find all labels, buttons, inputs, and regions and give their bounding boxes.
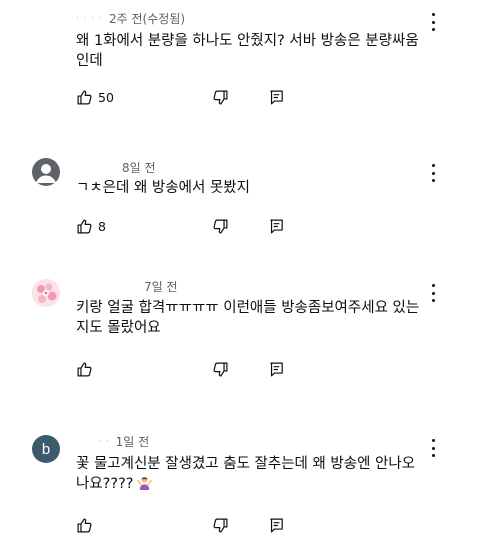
like-button[interactable] bbox=[74, 216, 94, 236]
thumb-down-outline-icon bbox=[212, 518, 227, 532]
comment-actions bbox=[74, 359, 283, 379]
avatar-letter: b bbox=[41, 440, 51, 458]
reply-comment-icon bbox=[269, 219, 283, 233]
comment-line: 나요???? bbox=[76, 476, 134, 492]
like-count: 50 bbox=[98, 89, 114, 105]
reply-comment-icon bbox=[269, 362, 283, 376]
avatar[interactable]: b bbox=[32, 435, 60, 463]
thumb-down-outline-icon bbox=[212, 90, 227, 104]
comment-line: ㄱㅊ은데 왜 방송에서 못봤지 bbox=[76, 180, 250, 196]
comment-timestamp[interactable]: 8일 전 bbox=[122, 161, 156, 175]
comment-text: 키랑 얼굴 합격ㅠㅠㅠㅠ 이런애들 방송좀보여주세요 있는 지도 몰랐어요 bbox=[76, 298, 456, 338]
comment-text: 꽃 물고계신분 잘생겼고 춤도 잘추는데 왜 방송엔 안나오 나요???? bbox=[76, 454, 456, 494]
reply-button[interactable] bbox=[266, 515, 286, 535]
thumb-up-outline-icon bbox=[77, 362, 92, 376]
comment-meta: · · 1일 전 bbox=[76, 433, 149, 450]
comment-actions: 50 bbox=[74, 87, 283, 107]
thumb-down-outline-icon bbox=[212, 219, 227, 233]
comment-line: 지도 몰랐어요 bbox=[76, 320, 161, 336]
comment-author[interactable]: · · bbox=[98, 437, 110, 447]
comment-line: 꽃 물고계신분 잘생겼고 춤도 잘추는데 왜 방송엔 안나오 bbox=[76, 456, 416, 472]
thumb-up-outline-icon bbox=[77, 518, 92, 532]
comment-text: 왜 1화에서 분량을 하나도 안줬지? 서바 방송은 분량싸움 인데 bbox=[76, 31, 456, 71]
dislike-button[interactable] bbox=[210, 87, 230, 107]
reply-comment-icon bbox=[269, 90, 283, 104]
more-vert-icon[interactable] bbox=[426, 13, 440, 31]
like-button[interactable] bbox=[74, 87, 94, 107]
dislike-button[interactable] bbox=[210, 216, 230, 236]
cherry-blossom-avatar-icon bbox=[32, 279, 60, 307]
comment-line: 왜 1화에서 분량을 하나도 안줬지? 서바 방송은 분량싸움 bbox=[76, 33, 419, 49]
comment-timestamp[interactable]: 7일 전 bbox=[144, 280, 178, 294]
reply-comment-icon bbox=[269, 518, 283, 532]
avatar[interactable] bbox=[32, 279, 60, 307]
thumb-down-outline-icon bbox=[212, 362, 227, 376]
thumb-up-outline-icon bbox=[77, 90, 92, 104]
comment-actions: 8 bbox=[74, 216, 283, 236]
comment-actions bbox=[74, 515, 283, 535]
comment-timestamp[interactable]: 2주 전(수정됨) bbox=[109, 12, 185, 26]
comment-author[interactable]: · · · · bbox=[76, 14, 103, 24]
reply-button[interactable] bbox=[266, 87, 286, 107]
dislike-button[interactable] bbox=[210, 515, 230, 535]
dislike-button[interactable] bbox=[210, 359, 230, 379]
comment-timestamp[interactable]: 1일 전 bbox=[116, 435, 150, 449]
like-button[interactable] bbox=[74, 359, 94, 379]
comment-line-with-emoji: 나요???? bbox=[76, 474, 456, 494]
comment-meta: 7일 전 bbox=[144, 278, 178, 295]
comment-text: ㄱㅊ은데 왜 방송에서 못봤지 bbox=[76, 178, 456, 198]
default-person-icon bbox=[36, 164, 56, 183]
like-count: 8 bbox=[98, 218, 106, 234]
person-shrugging-emoji bbox=[137, 476, 153, 490]
comment-line: 키랑 얼굴 합격ㅠㅠㅠㅠ 이런애들 방송좀보여주세요 있는 bbox=[76, 300, 420, 316]
reply-button[interactable] bbox=[266, 359, 286, 379]
like-button[interactable] bbox=[74, 515, 94, 535]
comment-meta: 8일 전 bbox=[122, 159, 156, 176]
thumb-up-outline-icon bbox=[77, 219, 92, 233]
comment-line: 인데 bbox=[76, 53, 103, 69]
reply-button[interactable] bbox=[266, 216, 286, 236]
avatar[interactable] bbox=[32, 158, 60, 186]
comment-meta: · · · · 2주 전(수정됨) bbox=[76, 10, 185, 27]
